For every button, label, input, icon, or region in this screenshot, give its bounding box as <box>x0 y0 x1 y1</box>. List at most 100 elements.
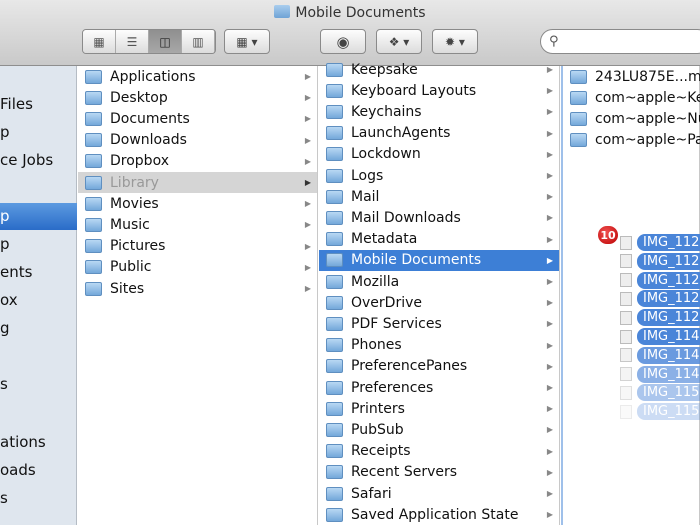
folder-row[interactable]: Metadata ▶ <box>319 229 559 250</box>
folder-icon <box>326 168 343 183</box>
folder-name: PDF Services <box>351 315 442 332</box>
folder-row[interactable]: Keychains ▶ <box>319 101 559 122</box>
folder-icon <box>85 90 102 105</box>
folder-row[interactable]: com~apple~Pag <box>563 130 700 151</box>
sidebar-item[interactable]: oads <box>0 457 77 484</box>
folder-icon <box>326 210 343 225</box>
dragged-file: IMG_114 <box>620 365 700 383</box>
folder-row[interactable]: Movies ▶ <box>78 193 317 214</box>
folder-row[interactable]: Mozilla ▶ <box>319 271 559 292</box>
folder-name: Saved Application State <box>351 506 519 523</box>
sidebar-item[interactable]: ents <box>0 259 77 286</box>
folder-row[interactable]: Recent Servers ▶ <box>319 462 559 483</box>
disclosure-arrow-icon: ▶ <box>546 234 553 244</box>
sidebar-item[interactable]: Files <box>0 91 77 118</box>
folder-name: Movies <box>110 195 159 212</box>
sidebar-item-selected[interactable]: p <box>0 203 77 230</box>
file-name: IMG_112 <box>637 234 700 251</box>
view-switcher[interactable]: ▦ ☰ ◫ ▥ <box>82 29 216 54</box>
sidebar-item[interactable]: p <box>0 231 77 258</box>
folder-row[interactable]: OverDrive ▶ <box>319 292 559 313</box>
sidebar-item[interactable]: p <box>0 119 77 146</box>
folder-row[interactable]: Desktop ▶ <box>78 87 317 108</box>
folder-row[interactable]: Documents ▶ <box>78 108 317 129</box>
sidebar: Files p ce Jobs p p ents ox g s ations o… <box>0 66 77 525</box>
folder-row[interactable]: Dropbox ▶ <box>78 151 317 172</box>
folder-row[interactable]: Mobile Documents ▶ <box>319 249 559 271</box>
disclosure-arrow-icon: ▶ <box>546 86 553 96</box>
folder-name: Lockdown <box>351 146 421 163</box>
action-button[interactable]: ✹ ▾ <box>432 29 478 54</box>
folder-row[interactable]: Public ▶ <box>78 257 317 278</box>
folder-icon <box>85 133 102 148</box>
folder-row[interactable]: Printers ▶ <box>319 398 559 419</box>
disclosure-arrow-icon: ▶ <box>304 135 311 145</box>
folder-row[interactable]: com~apple~Key <box>563 87 700 108</box>
folder-name: Keyboard Layouts <box>351 82 477 99</box>
folder-row[interactable]: Safari ▶ <box>319 483 559 504</box>
dropbox-button[interactable]: ❖ ▾ <box>376 29 422 54</box>
folder-row[interactable]: Library ▶ <box>78 172 317 193</box>
sidebar-item[interactable]: ations <box>0 429 77 456</box>
folder-name: com~apple~Pag <box>595 132 700 149</box>
folder-row[interactable]: Keyboard Layouts ▶ <box>319 80 559 101</box>
folder-row[interactable]: Lockdown ▶ <box>319 144 559 165</box>
folder-icon <box>326 189 343 204</box>
folder-row[interactable]: Sites ▶ <box>78 278 317 299</box>
coverflow-view-button[interactable]: ▥ <box>182 30 215 53</box>
disclosure-arrow-icon: ▶ <box>304 156 311 166</box>
folder-row[interactable]: PDF Services ▶ <box>319 313 559 334</box>
sidebar-item[interactable]: s <box>0 485 77 512</box>
folder-row[interactable]: Saved Application State ▶ <box>319 504 559 525</box>
file-name: IMG_114 <box>637 365 700 383</box>
file-name: IMG_114 <box>637 328 700 345</box>
folder-row[interactable]: Mail ▶ <box>319 186 559 207</box>
folder-row[interactable]: PubSub ▶ <box>319 419 559 440</box>
sidebar-item[interactable]: ce Jobs <box>0 147 77 174</box>
icon-view-button[interactable]: ▦ <box>83 30 116 53</box>
folder-row[interactable]: Phones ▶ <box>319 335 559 356</box>
column-home: Applications ▶ Desktop ▶ Documents ▶ Downloads… <box>78 66 318 525</box>
list-view-button[interactable]: ☰ <box>116 30 149 53</box>
folder-icon <box>326 444 343 459</box>
folder-row[interactable]: Pictures ▶ <box>78 236 317 257</box>
gear-icon: ✹ ▾ <box>445 34 465 49</box>
sidebar-item[interactable]: s <box>0 371 77 398</box>
folder-row[interactable]: PreferencePanes ▶ <box>319 356 559 377</box>
folder-row[interactable]: Downloads ▶ <box>78 130 317 151</box>
folder-row[interactable]: Receipts ▶ <box>319 441 559 462</box>
folder-icon <box>326 316 343 331</box>
folder-row[interactable]: Applications ▶ <box>78 66 317 87</box>
arrange-button[interactable]: ▦ ▾ <box>224 29 270 54</box>
folder-row[interactable]: Keepsake ▶ <box>319 59 559 80</box>
folder-name: Keepsake <box>351 61 418 78</box>
disclosure-arrow-icon: ▶ <box>304 93 311 103</box>
folder-name: Safari <box>351 485 392 502</box>
folder-row[interactable]: 243LU875E...m <box>563 66 700 87</box>
image-thumbnail-icon <box>620 235 632 250</box>
toolbar: Mobile Documents ▦ ☰ ◫ ▥ ▦ ▾ ◉ ❖ ▾ ✹ ▾ ⚲ <box>0 0 700 66</box>
folder-row[interactable]: Music ▶ <box>78 214 317 235</box>
dragged-file: IMG_112 <box>620 252 700 270</box>
folder-icon <box>326 295 343 310</box>
disclosure-arrow-icon: ▶ <box>304 220 311 230</box>
folder-row[interactable]: Mail Downloads ▶ <box>319 207 559 228</box>
column-view-button[interactable]: ◫ <box>149 30 182 53</box>
dragged-file: IMG_114 <box>620 346 700 364</box>
sidebar-item[interactable]: g <box>0 315 77 342</box>
folder-name: Mobile Documents <box>351 252 482 269</box>
folder-row[interactable]: com~apple~Nur <box>563 108 700 129</box>
disclosure-arrow-icon: ▶ <box>546 65 553 74</box>
folder-icon <box>85 217 102 232</box>
folder-icon <box>85 196 102 211</box>
file-name: IMG_115 <box>637 403 700 421</box>
folder-row[interactable]: Preferences ▶ <box>319 377 559 398</box>
folder-name: Dropbox <box>110 153 169 170</box>
search-input[interactable]: ⚲ <box>540 29 700 54</box>
folder-icon <box>570 90 587 105</box>
folder-row[interactable]: Logs ▶ <box>319 165 559 186</box>
folder-row[interactable]: LaunchAgents ▶ <box>319 123 559 144</box>
sidebar-item[interactable]: ox <box>0 287 77 314</box>
folder-icon <box>326 359 343 374</box>
quick-look-button[interactable]: ◉ <box>320 29 366 54</box>
